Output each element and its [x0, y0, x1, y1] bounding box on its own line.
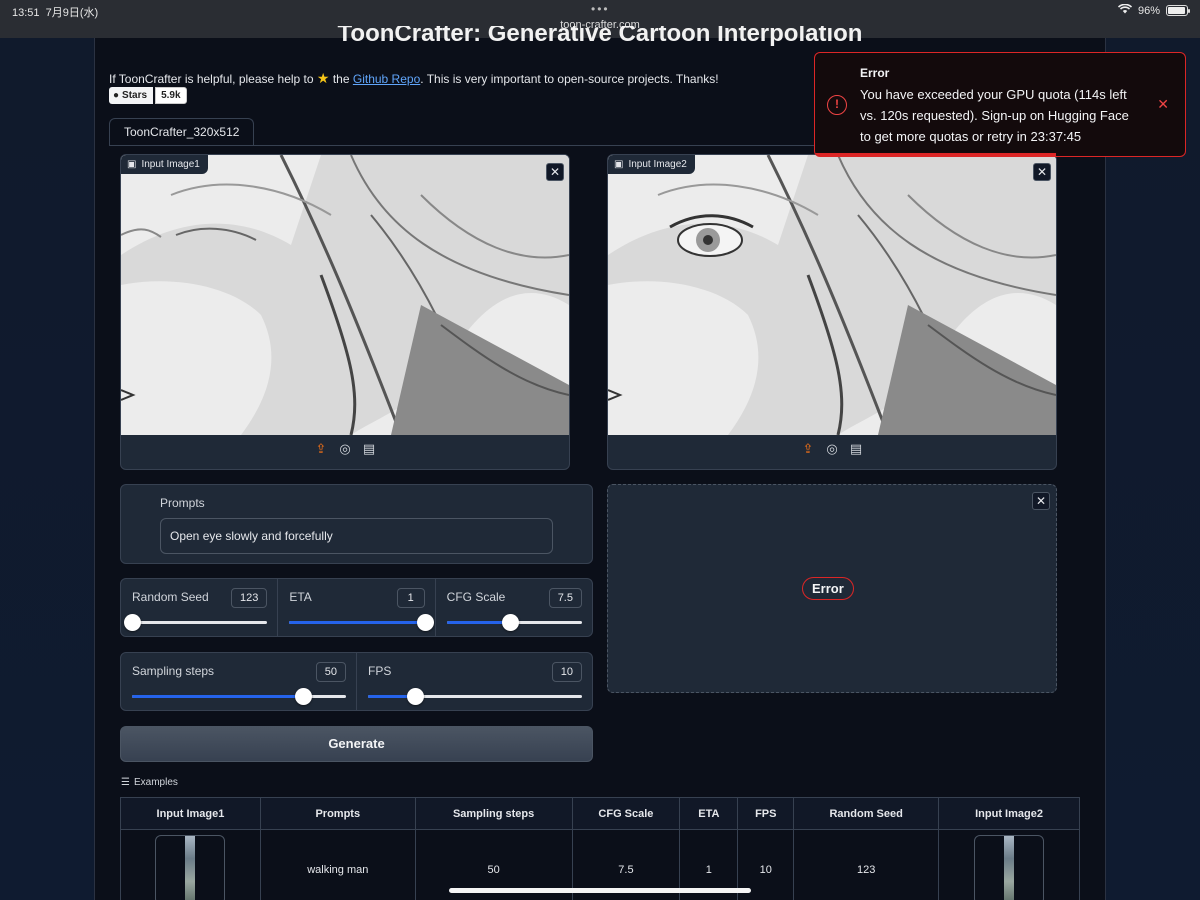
status-time: 13:51 7月9日(水) — [12, 7, 99, 19]
random-seed-value[interactable]: 123 — [230, 588, 268, 608]
cfg-scale-slider: CFG Scale 7.5 — [436, 579, 592, 636]
prompts-input[interactable] — [160, 518, 553, 554]
clear-output-button[interactable]: ✕ — [1032, 492, 1050, 510]
github-icon: ● — [113, 90, 120, 101]
battery-icon — [1166, 5, 1190, 16]
example-image2-thumb[interactable] — [974, 834, 1045, 900]
close-toast-icon[interactable]: ✕ — [1157, 96, 1169, 113]
toast-title: Error — [860, 66, 890, 80]
random-seed-slider: Random Seed 123 — [121, 579, 279, 636]
clear-image1-button[interactable]: ✕ — [546, 163, 564, 181]
examples-header-row: Input Image1 Prompts Sampling steps CFG … — [120, 797, 1080, 830]
input-image1-preview — [121, 155, 569, 435]
sampling-steps-slider: Sampling steps 50 — [121, 653, 357, 710]
image2-source-toolbar: ⇪ ◎ ▤ — [608, 441, 1056, 457]
col-cfg-scale: CFG Scale — [571, 797, 681, 830]
col-fps: FPS — [737, 797, 795, 830]
prompts-block: Prompts — [120, 484, 593, 564]
tab-dots-icon[interactable]: ••• — [591, 2, 610, 16]
stars-count: 5.9k — [155, 87, 187, 104]
cfg-scale-track[interactable] — [446, 614, 582, 631]
examples-table: Input Image1 Prompts Sampling steps CFG … — [120, 797, 1080, 900]
eta-slider: ETA 1 — [278, 579, 436, 636]
sampling-steps-value[interactable]: 50 — [315, 662, 346, 682]
slider-row-1: Random Seed 123 ETA 1 CFG Scale 7.5 — [120, 578, 593, 637]
webcam-icon[interactable]: ◎ — [825, 441, 839, 457]
sampling-steps-track[interactable] — [132, 688, 346, 705]
fps-value[interactable]: 10 — [551, 662, 582, 682]
input-image1-label: ▣ Input Image1 — [121, 155, 208, 174]
col-eta: ETA — [679, 797, 739, 830]
clipboard-icon[interactable]: ▤ — [849, 441, 863, 457]
home-indicator[interactable] — [449, 888, 751, 893]
github-stars-badge[interactable]: ● Stars 5.9k — [109, 87, 187, 104]
input-image1-panel[interactable]: ▣ Input Image1 ✕ ⇪ ◎ ▤ — [120, 154, 570, 470]
cfg-scale-value[interactable]: 7.5 — [548, 588, 582, 608]
page-title: ToonCrafter: Generative Cartoon Interpol… — [337, 26, 863, 47]
toast-timer-bar — [815, 153, 1056, 156]
image-icon: ▣ — [614, 159, 624, 170]
star-icon: ★ — [316, 70, 330, 86]
output-video-panel: ✕ Error — [607, 484, 1057, 693]
clear-image2-button[interactable]: ✕ — [1033, 163, 1051, 181]
upload-icon[interactable]: ⇪ — [801, 441, 815, 457]
toast-message: You have exceeded your GPU quota (114s l… — [860, 87, 1129, 144]
input-image2-panel[interactable]: ▣ Input Image2 ✕ ⇪ ◎ ▤ — [607, 154, 1057, 470]
col-prompts: Prompts — [259, 797, 416, 830]
eta-track[interactable] — [289, 614, 434, 631]
sampling-steps-handle[interactable] — [295, 688, 313, 705]
github-repo-link[interactable]: Github Repo — [353, 72, 420, 86]
random-seed-track[interactable] — [124, 614, 268, 631]
image-icon: ▣ — [127, 159, 137, 170]
fps-slider: FPS 10 — [357, 653, 592, 710]
intro-text: If ToonCrafter is helpful, please help t… — [109, 70, 719, 86]
page-margin-right — [1106, 38, 1200, 900]
image1-source-toolbar: ⇪ ◎ ▤ — [121, 441, 569, 457]
eta-value[interactable]: 1 — [396, 588, 425, 608]
eta-handle[interactable] — [416, 614, 434, 631]
slider-row-2: Sampling steps 50 FPS 10 — [120, 652, 593, 711]
input-image2-preview — [608, 155, 1056, 435]
input-image2-label: ▣ Input Image2 — [608, 155, 695, 174]
error-toast: ! Error You have exceeded your GPU quota… — [814, 52, 1186, 157]
fps-handle[interactable] — [407, 688, 425, 705]
col-input-image2: Input Image2 — [938, 797, 1080, 830]
examples-label: ☰ Examples — [121, 777, 178, 788]
upload-icon[interactable]: ⇪ — [314, 441, 328, 457]
example-prompt: walking man — [259, 829, 416, 900]
page-margin-left — [0, 38, 94, 900]
wifi-icon — [1117, 3, 1133, 17]
generate-button[interactable]: Generate — [120, 726, 593, 762]
list-icon: ☰ — [121, 777, 130, 788]
battery-percent: 96% — [1137, 4, 1160, 17]
error-icon: ! — [827, 95, 847, 115]
clipboard-icon[interactable]: ▤ — [362, 441, 376, 457]
prompts-label: Prompts — [160, 496, 205, 510]
example-image1-thumb[interactable] — [155, 834, 226, 900]
fps-track[interactable] — [368, 688, 582, 705]
output-error-badge: Error — [802, 577, 854, 600]
col-random-seed: Random Seed — [793, 797, 940, 830]
cfg-scale-handle[interactable] — [502, 614, 520, 631]
col-input-image1: Input Image1 — [120, 797, 261, 830]
webcam-icon[interactable]: ◎ — [338, 441, 352, 457]
random-seed-handle[interactable] — [124, 614, 141, 631]
example-seed: 123 — [793, 829, 940, 900]
tab-tooncrafter[interactable]: ToonCrafter_320x512 — [109, 118, 255, 145]
col-sampling-steps: Sampling steps — [414, 797, 573, 830]
